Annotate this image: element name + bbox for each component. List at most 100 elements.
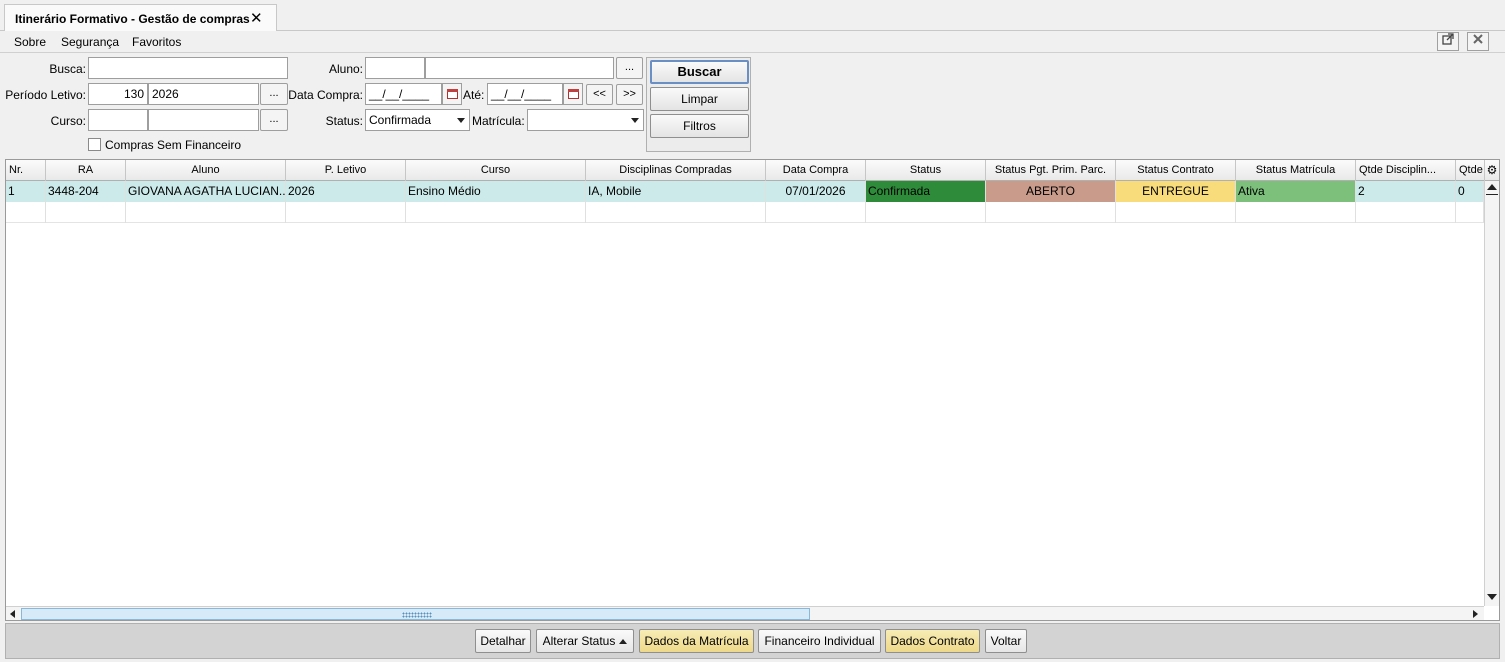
gear-icon[interactable]: ⚙ — [1485, 160, 1499, 181]
column-header-disciplinas[interactable]: Disciplinas Compradas — [586, 160, 766, 181]
column-header-qtde[interactable]: Qtde — [1456, 160, 1485, 181]
detalhar-button[interactable]: Detalhar — [475, 629, 531, 653]
ate-label: Até: — [463, 88, 485, 102]
empty-cell — [286, 202, 406, 223]
vertical-scrollbar[interactable] — [1484, 181, 1499, 606]
chevron-up-icon — [619, 639, 628, 644]
horizontal-scrollbar[interactable] — [6, 606, 1484, 620]
column-header-ra[interactable]: RA — [46, 160, 126, 181]
curso-code-input[interactable] — [88, 109, 148, 131]
scroll-down-icon[interactable] — [1487, 594, 1497, 600]
limpar-button[interactable]: Limpar — [650, 87, 749, 111]
grid-header: Nr. RA Aluno P. Letivo Curso Disciplinas… — [6, 160, 1499, 181]
empty-cell — [1236, 202, 1356, 223]
empty-cell — [986, 202, 1116, 223]
tab-gestao-compras[interactable]: Itinerário Formativo - Gestão de compras… — [4, 4, 277, 32]
column-header-p-letivo[interactable]: P. Letivo — [286, 160, 406, 181]
calendar-icon[interactable] — [442, 83, 462, 105]
grip-icon — [402, 612, 432, 618]
menu-favoritos[interactable]: Favoritos — [132, 35, 181, 49]
status-select-value: Confirmada — [369, 113, 432, 127]
scroll-left-icon[interactable] — [10, 610, 15, 618]
empty-cell — [126, 202, 286, 223]
empty-cell — [6, 202, 46, 223]
chevron-down-icon — [631, 118, 639, 123]
dados-matricula-button[interactable]: Dados da Matrícula — [639, 629, 754, 653]
aluno-name-input[interactable] — [425, 57, 614, 79]
footer-toolbar: Detalhar Alterar Status Dados da Matrícu… — [5, 623, 1500, 659]
aluno-code-input[interactable] — [365, 57, 425, 79]
cell-status: Confirmada — [866, 181, 986, 202]
cell-disciplinas: IA, Mobile — [586, 181, 766, 202]
data-compra-input[interactable]: __/__/____ — [365, 83, 442, 105]
action-button-group: Buscar Limpar Filtros — [646, 57, 751, 152]
next-period-button[interactable]: >> — [616, 84, 643, 105]
tab-title: Itinerário Formativo - Gestão de compras — [15, 12, 250, 26]
empty-cell — [866, 202, 986, 223]
table-row[interactable]: 1 3448-204 GIOVANA AGATHA LUCIAN... 2026… — [6, 181, 1484, 202]
menu-sobre[interactable]: Sobre — [14, 35, 46, 49]
empty-cell — [46, 202, 126, 223]
periodo-lookup-button[interactable]: ... — [260, 83, 288, 105]
prev-period-button[interactable]: << — [586, 84, 613, 105]
aluno-label: Aluno: — [328, 62, 363, 76]
periodo-code-input[interactable]: 130 — [88, 83, 148, 105]
close-icon[interactable] — [1467, 32, 1489, 51]
empty-cell — [1356, 202, 1456, 223]
empty-cell — [1456, 202, 1484, 223]
cell-ra: 3448-204 — [46, 181, 126, 202]
alterar-status-label: Alterar Status — [542, 634, 616, 648]
column-header-status-matricula[interactable]: Status Matrícula — [1236, 160, 1356, 181]
data-compra-label: Data Compra: — [288, 88, 363, 102]
cell-qtde: 0 — [1456, 181, 1484, 202]
busca-input[interactable] — [88, 57, 288, 79]
results-grid: Nr. RA Aluno P. Letivo Curso Disciplinas… — [5, 159, 1500, 621]
column-header-curso[interactable]: Curso — [406, 160, 586, 181]
cell-status-matricula: Ativa — [1236, 181, 1356, 202]
periodo-year-input[interactable]: 2026 — [148, 83, 259, 105]
cell-p-letivo: 2026 — [286, 181, 406, 202]
external-window-icon[interactable] — [1437, 32, 1459, 51]
tab-bar: Itinerário Formativo - Gestão de compras… — [0, 0, 1505, 32]
curso-name-input[interactable] — [148, 109, 259, 131]
cell-data-compra: 07/01/2026 — [766, 181, 866, 202]
voltar-button[interactable]: Voltar — [985, 629, 1027, 653]
horizontal-scroll-thumb[interactable] — [21, 608, 810, 620]
cell-aluno: GIOVANA AGATHA LUCIAN... — [126, 181, 286, 202]
column-header-status[interactable]: Status — [866, 160, 986, 181]
dados-contrato-button[interactable]: Dados Contrato — [885, 629, 980, 653]
curso-lookup-button[interactable]: ... — [260, 109, 288, 131]
tab-close-icon[interactable]: ✕ — [250, 9, 263, 27]
buscar-button[interactable]: Buscar — [650, 60, 749, 84]
status-label: Status: — [325, 114, 363, 128]
calendar-icon[interactable] — [563, 83, 583, 105]
column-header-nr[interactable]: Nr. — [6, 160, 46, 181]
periodo-letivo-label: Período Letivo: — [5, 88, 86, 102]
menu-bar: Sobre Segurança Favoritos — [0, 31, 1505, 53]
table-row-empty — [6, 202, 1484, 223]
cell-status-contrato: ENTREGUE — [1116, 181, 1236, 202]
column-header-status-pgt[interactable]: Status Pgt. Prim. Parc. — [986, 160, 1116, 181]
compras-sem-financeiro-checkbox[interactable] — [88, 138, 101, 151]
financeiro-individual-button[interactable]: Financeiro Individual — [758, 629, 881, 653]
menu-seguranca[interactable]: Segurança — [61, 35, 119, 49]
empty-cell — [586, 202, 766, 223]
alterar-status-button[interactable]: Alterar Status — [536, 629, 634, 653]
filtros-button[interactable]: Filtros — [650, 114, 749, 138]
column-header-qtde-disciplinas[interactable]: Qtde Disciplin... — [1356, 160, 1456, 181]
column-header-aluno[interactable]: Aluno — [126, 160, 286, 181]
ate-input[interactable]: __/__/____ — [487, 83, 563, 105]
cell-qtde-disciplinas: 2 — [1356, 181, 1456, 202]
empty-cell — [406, 202, 586, 223]
column-header-status-contrato[interactable]: Status Contrato — [1116, 160, 1236, 181]
matricula-select[interactable] — [527, 109, 644, 131]
status-select[interactable]: Confirmada — [365, 109, 470, 131]
chevron-down-icon — [457, 118, 465, 123]
curso-label: Curso: — [50, 114, 86, 128]
aluno-lookup-button[interactable]: ... — [616, 57, 643, 79]
empty-cell — [1116, 202, 1236, 223]
cell-status-pgt: ABERTO — [986, 181, 1116, 202]
scroll-up-icon[interactable] — [1487, 184, 1497, 190]
scroll-right-icon[interactable] — [1473, 610, 1478, 618]
column-header-data-compra[interactable]: Data Compra — [766, 160, 866, 181]
